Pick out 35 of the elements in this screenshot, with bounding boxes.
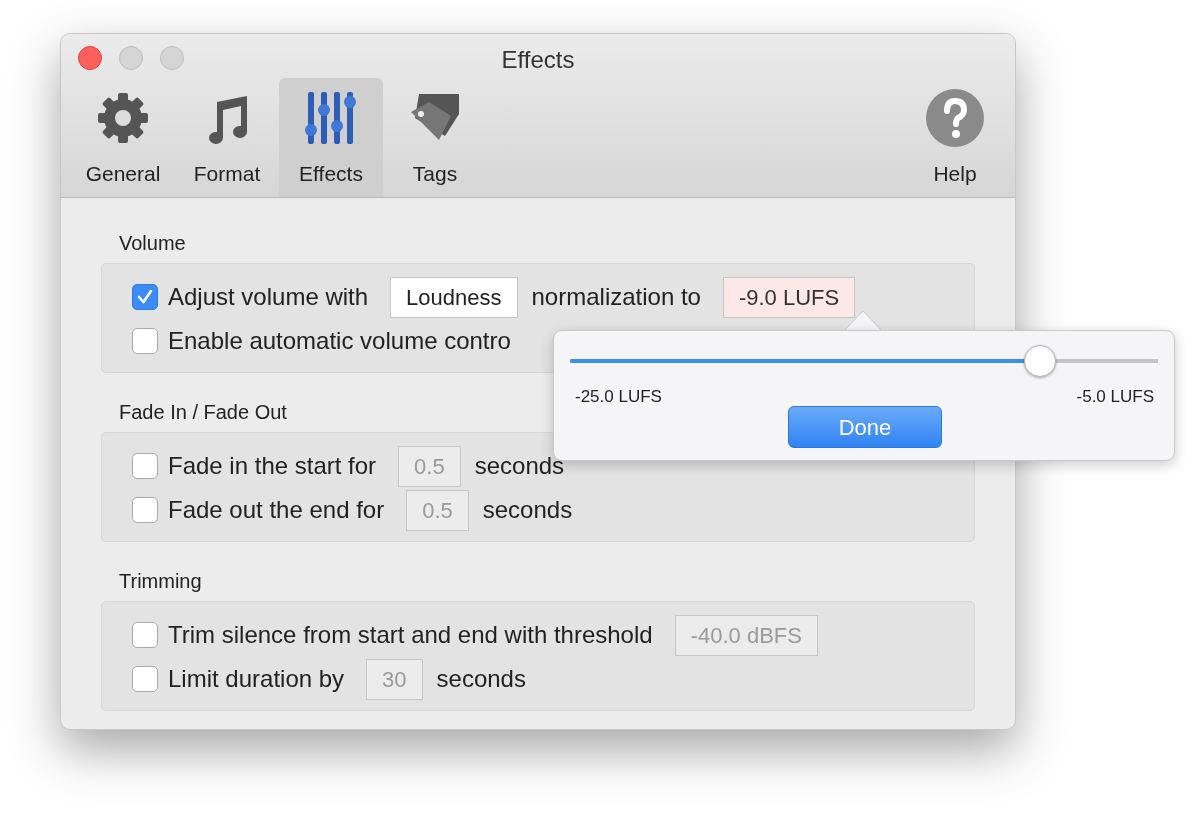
window-title: Effects [500, 45, 576, 75]
option-label: seconds [482, 495, 573, 525]
slider-thumb[interactable] [1024, 345, 1057, 377]
option-label: Fade in the start for [168, 451, 377, 481]
toolbar-tab[interactable]: General [71, 78, 175, 197]
checkbox[interactable] [132, 666, 158, 692]
option-label: Trim silence from start and end with threshold [168, 620, 653, 650]
input-field[interactable]: -9.0 LUFS [722, 276, 856, 318]
toolbar-tab[interactable]: Effects [279, 78, 383, 197]
input-field[interactable]: Loudness [390, 276, 518, 318]
section-title: Fade In / Fade Out [119, 400, 288, 425]
checkmark-icon [136, 288, 154, 306]
zoom-button[interactable] [160, 46, 184, 70]
slider-min-label: -25.0 LUFS [575, 386, 662, 408]
checkbox[interactable] [132, 284, 158, 310]
section-title: Trimming [119, 569, 203, 594]
option-label: seconds [474, 451, 565, 481]
checkbox[interactable] [132, 497, 158, 523]
option-label: Adjust volume with [168, 282, 369, 312]
checkbox[interactable] [132, 453, 158, 479]
slider-max-label: -5.0 LUFS [1076, 386, 1154, 408]
option-label: Fade out the end for [168, 495, 385, 525]
option-label: normalization to [531, 282, 701, 312]
option-label: Enable automatic volume contro [168, 326, 511, 356]
help-icon [925, 87, 985, 148]
checkbox[interactable] [132, 622, 158, 648]
toolbar-tab[interactable]: Tags [383, 78, 487, 197]
section-title: Volume [119, 231, 187, 256]
minimize-button[interactable] [119, 46, 143, 70]
toolbar-tab[interactable]: Help [903, 78, 1007, 197]
option-label: Limit duration by [168, 664, 345, 694]
option-label: seconds [436, 664, 526, 694]
close-button[interactable] [78, 46, 102, 70]
toolbar-tab[interactable]: Format [175, 78, 279, 197]
checkbox[interactable] [132, 328, 158, 354]
